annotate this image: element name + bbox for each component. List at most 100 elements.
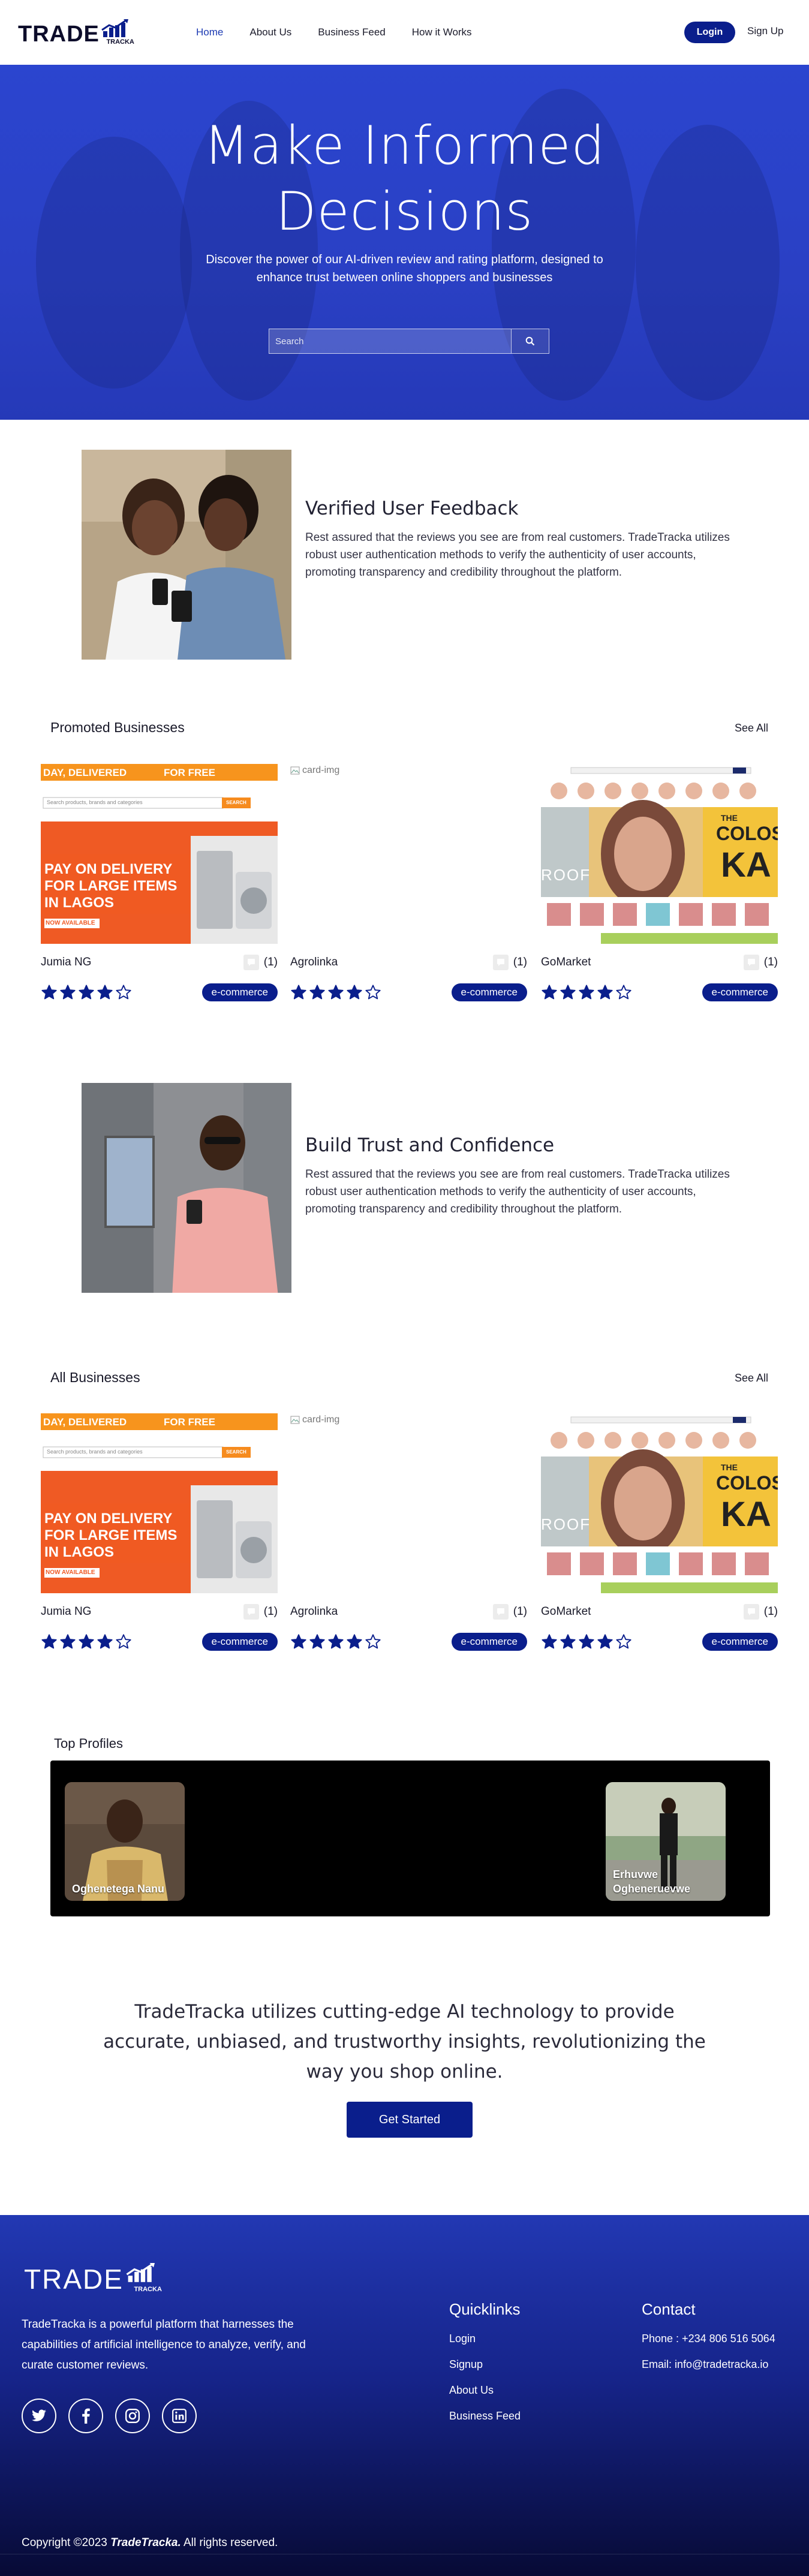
card-image[interactable]: ROOF THE COLOS KA — [541, 764, 778, 944]
review-comment-icon — [743, 1604, 759, 1620]
footer-link-signup[interactable]: Signup — [449, 2358, 483, 2371]
card-image[interactable]: card-img — [290, 1413, 527, 1593]
search-button[interactable] — [511, 329, 549, 354]
card-image[interactable]: card-img — [290, 764, 527, 944]
hero-subtitle: Discover the power of our AI-driven revi… — [206, 253, 603, 284]
card-image-jumia — [41, 764, 278, 944]
banner-search: Search products, brands and categories — [47, 1449, 143, 1455]
review-count: (1) — [243, 955, 278, 970]
top-nav: TRADE TRACKA Home About Us Business Feed… — [0, 0, 809, 65]
card-image[interactable]: DAY, DELIVERED FOR FREE Search products,… — [41, 764, 278, 944]
signup-link[interactable]: Sign Up — [747, 25, 783, 37]
card-header-row: Jumia NG (1) — [41, 955, 278, 970]
star-empty-icon — [365, 985, 381, 1000]
copyright-prefix: Copyright ©2023 — [22, 2536, 111, 2549]
search-input[interactable] — [269, 329, 511, 354]
quicklinks-title: Quicklinks — [449, 2300, 521, 2318]
star-filled-icon — [60, 1634, 76, 1649]
banner-top-left: DAY, DELIVERED — [43, 767, 127, 778]
footer-logo[interactable]: TRADE TRACKA — [24, 2263, 162, 2293]
business-card[interactable]: ROOF THE COLOS KA GoMarket (1) e-commerc… — [541, 764, 778, 1001]
category-tag[interactable]: e-commerce — [702, 983, 778, 1001]
rating-stars — [541, 984, 632, 1001]
category-tag[interactable]: e-commerce — [202, 1633, 278, 1651]
business-card[interactable]: ROOF THE COLOS KA GoMarket (1) e-commerc… — [541, 1413, 778, 1651]
star-filled-icon — [79, 1634, 94, 1649]
get-started-button[interactable]: Get Started — [347, 2102, 473, 2138]
linkedin-icon[interactable] — [162, 2399, 197, 2433]
feature-image-man-phone — [82, 1083, 291, 1293]
rating-stars — [290, 1633, 381, 1650]
broken-image-alt: card-img — [290, 1415, 339, 1425]
footer: TRADE TRACKA TradeTracka is a powerful p… — [0, 2215, 809, 2576]
login-button[interactable]: Login — [684, 22, 735, 43]
profile-card[interactable]: Erhuvwe Ogheneruevwe — [606, 1782, 726, 1901]
all-businesses-see-all-link[interactable]: See All — [735, 1372, 768, 1385]
star-filled-icon — [309, 1634, 325, 1649]
business-name[interactable]: Agrolinka — [290, 1605, 338, 1618]
business-name[interactable]: Jumia NG — [41, 1605, 91, 1618]
business-name[interactable]: GoMarket — [541, 956, 591, 969]
banner-badge: NOW AVAILABLE — [46, 920, 95, 926]
star-filled-icon — [60, 985, 76, 1000]
category-tag[interactable]: e-commerce — [202, 983, 278, 1001]
business-name[interactable]: GoMarket — [541, 1605, 591, 1618]
card-header-row: GoMarket (1) — [541, 1604, 778, 1620]
nav-links: Home About Us Business Feed How it Works — [196, 26, 498, 38]
business-card[interactable]: card-img Agrolinka (1) e-commerce — [290, 1413, 527, 1651]
banner-big-text-3: KA — [721, 845, 771, 884]
star-filled-icon — [97, 1634, 113, 1649]
category-tag[interactable]: e-commerce — [451, 1633, 527, 1651]
card-header-row: Agrolinka (1) — [290, 1604, 527, 1620]
footer-link-about-us[interactable]: About Us — [449, 2384, 494, 2397]
card-image[interactable]: DAY, DELIVERED FOR FREE Search products,… — [41, 1413, 278, 1593]
rating-stars — [41, 984, 132, 1001]
feature-title: Build Trust and Confidence — [305, 1134, 555, 1156]
card-footer-row: e-commerce — [541, 1633, 778, 1651]
rating-stars — [290, 984, 381, 1001]
contact-phone[interactable]: Phone : +234 806 516 5064 — [642, 2333, 775, 2345]
profile-card[interactable]: Oghenetega Nanu — [65, 1782, 185, 1901]
star-filled-icon — [79, 985, 94, 1000]
nav-business-feed[interactable]: Business Feed — [318, 26, 385, 38]
star-filled-icon — [542, 1634, 557, 1649]
business-name[interactable]: Jumia NG — [41, 956, 91, 969]
banner-big-text-3: KA — [721, 1495, 771, 1534]
twitter-icon[interactable] — [22, 2399, 56, 2433]
nav-about-us[interactable]: About Us — [249, 26, 291, 38]
business-card[interactable]: DAY, DELIVERED FOR FREE Search products,… — [41, 1413, 278, 1651]
banner-search: Search products, brands and categories — [47, 799, 143, 805]
profile-name: Erhuvwe Ogheneruevwe — [613, 1868, 691, 1895]
feature-body: Rest assured that the reviews you see ar… — [305, 1168, 730, 1215]
review-count: (1) — [492, 1604, 527, 1620]
facebook-icon[interactable] — [68, 2399, 103, 2433]
card-footer-row: e-commerce — [290, 983, 527, 1001]
business-card[interactable]: DAY, DELIVERED FOR FREE Search products,… — [41, 764, 278, 1001]
card-image[interactable]: ROOF THE COLOS KA — [541, 1413, 778, 1593]
review-comment-icon — [492, 1604, 509, 1620]
instagram-icon[interactable] — [115, 2399, 150, 2433]
review-count-value: (1) — [763, 1605, 778, 1618]
business-card[interactable]: card-img Agrolinka (1) e-commerce — [290, 764, 527, 1001]
promoted-see-all-link[interactable]: See All — [735, 722, 768, 735]
banner-big-text-2: COLOS — [716, 1472, 778, 1494]
banner-headline-3: IN LAGOS — [44, 1544, 115, 1560]
nav-home[interactable]: Home — [196, 26, 223, 38]
broken-image-icon — [290, 1416, 300, 1424]
review-count-value: (1) — [513, 956, 527, 968]
feature-build-trust: Build Trust and Confidence Rest assured … — [82, 1083, 741, 1293]
logo[interactable]: TRADE TRACKA — [18, 19, 134, 46]
star-empty-icon — [365, 1634, 381, 1649]
footer-link-business-feed[interactable]: Business Feed — [449, 2410, 521, 2422]
category-tag[interactable]: e-commerce — [702, 1633, 778, 1651]
star-filled-icon — [328, 985, 344, 1000]
business-name[interactable]: Agrolinka — [290, 956, 338, 969]
banner-big-text-2: COLOS — [716, 823, 778, 844]
banner-headline: PAY ON DELIVERY FOR LARGE ITEMS IN LAGOS — [44, 861, 177, 911]
star-filled-icon — [560, 1634, 576, 1649]
nav-how-it-works[interactable]: How it Works — [412, 26, 472, 38]
category-tag[interactable]: e-commerce — [451, 983, 527, 1001]
review-comment-icon — [743, 955, 759, 970]
footer-link-login[interactable]: Login — [449, 2333, 476, 2345]
contact-email[interactable]: Email: info@tradetracka.io — [642, 2358, 768, 2371]
